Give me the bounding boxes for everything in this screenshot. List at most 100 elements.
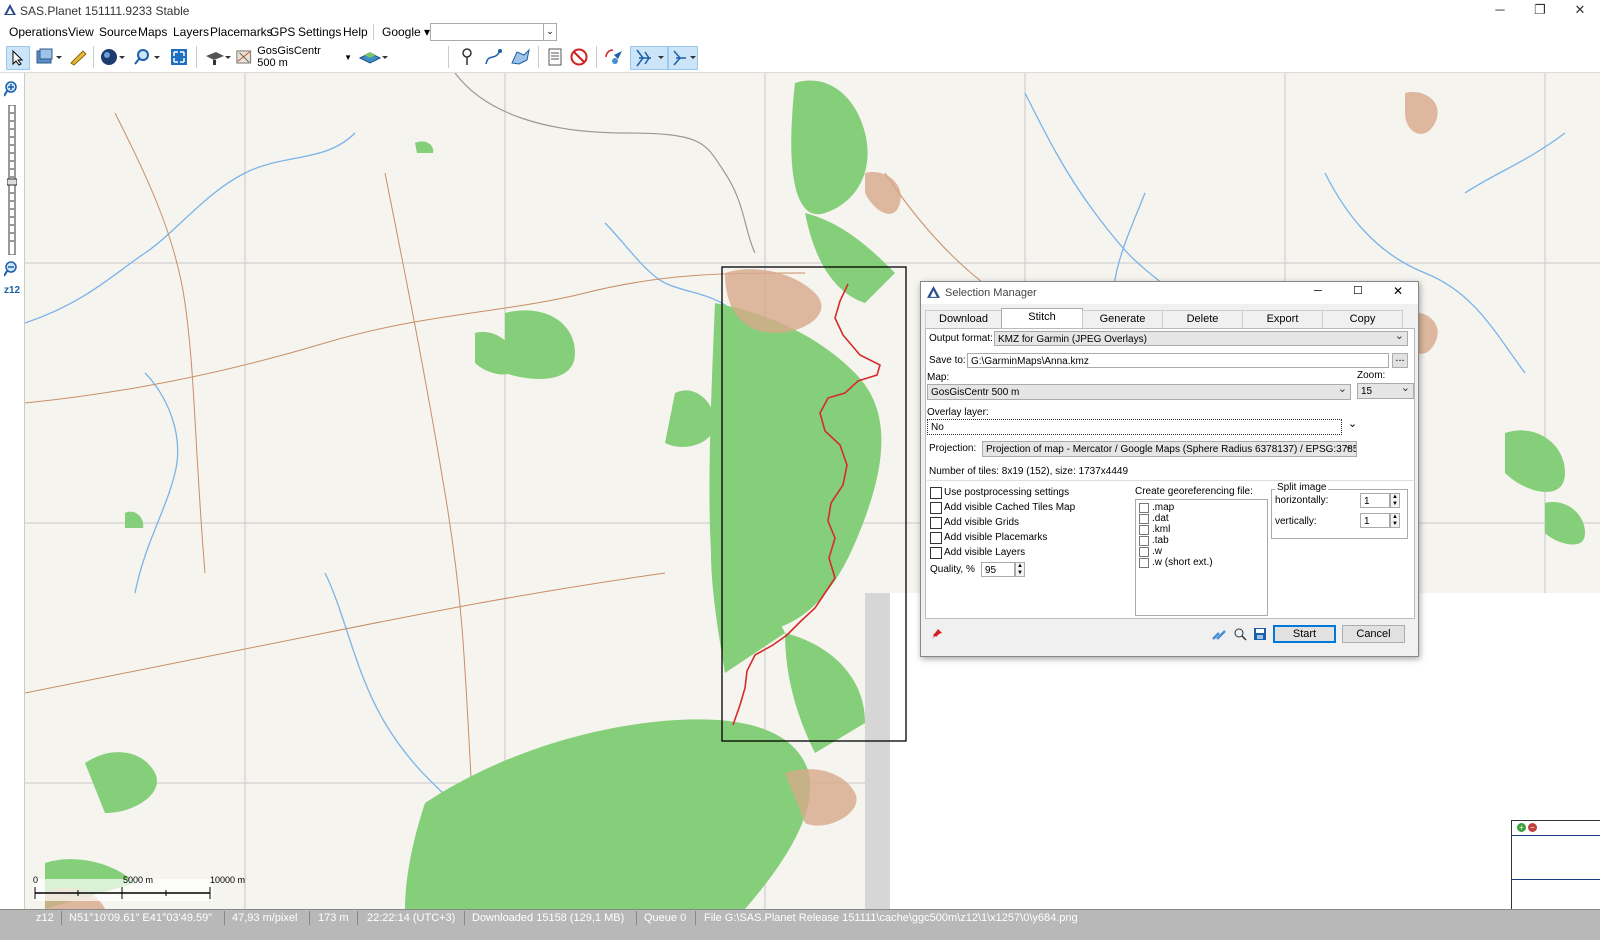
georef-list: .map .dat .kml .tab .w .w (short ext.) xyxy=(1135,499,1268,616)
map-source-label: GosGisCentr 500 m xyxy=(257,45,321,69)
save-icon[interactable] xyxy=(1253,627,1267,641)
output-format-dropdown[interactable]: KMZ for Garmin (JPEG Overlays) xyxy=(994,331,1408,346)
menu-source[interactable]: Source xyxy=(99,25,137,39)
add-cached-tiles-map-checkbox[interactable] xyxy=(930,502,942,514)
zoom-search-button[interactable] xyxy=(131,46,163,68)
gps-center-button[interactable] xyxy=(668,46,698,70)
zoom-out-icon[interactable] xyxy=(4,261,20,277)
dialog-minimize-button[interactable]: ─ xyxy=(1314,285,1322,297)
globe-button[interactable] xyxy=(98,46,128,68)
georef-map-checkbox[interactable] xyxy=(1139,503,1149,513)
menu-placemarks[interactable]: Placemarks xyxy=(210,25,273,39)
tab-export[interactable]: Export xyxy=(1242,310,1323,328)
menu-view[interactable]: View xyxy=(68,25,94,39)
select-tool-button[interactable] xyxy=(6,46,30,70)
quality-input[interactable]: 95 xyxy=(981,562,1015,577)
chevron-down-icon[interactable]: ⌄ xyxy=(1346,419,1359,434)
add-polygon-button[interactable] xyxy=(508,46,532,68)
georef-w-short-checkbox[interactable] xyxy=(1139,558,1149,568)
option-label: Add visible Layers xyxy=(944,547,1026,558)
cursor-icon xyxy=(12,50,24,66)
search-input[interactable]: ⌄ xyxy=(430,23,557,41)
menu-gps[interactable]: GPS xyxy=(270,25,295,39)
georef-w-checkbox[interactable] xyxy=(1139,547,1149,557)
pin-icon[interactable] xyxy=(931,628,943,640)
add-layers-checkbox[interactable] xyxy=(930,547,942,559)
menu-operations[interactable]: Operations xyxy=(9,25,68,39)
add-placemark-button[interactable] xyxy=(456,46,478,68)
split-vertical-input[interactable]: 1 xyxy=(1360,513,1390,528)
gps-center-icon xyxy=(673,50,696,66)
overlay-layer-label: Overlay layer: xyxy=(927,407,989,418)
mini-map-zoom-in-icon[interactable]: + xyxy=(1517,823,1526,832)
georef-label: Create georeferencing file: xyxy=(1135,486,1253,497)
selection-tool-button[interactable] xyxy=(33,46,65,68)
map-dropdown[interactable]: GosGisCentr 500 m xyxy=(927,384,1351,400)
projection-dropdown[interactable]: Projection of map - Mercator / Google Ma… xyxy=(982,441,1357,457)
zoom-to-selection-icon[interactable] xyxy=(1233,627,1247,641)
zoom-dropdown[interactable]: 15 xyxy=(1357,383,1414,399)
add-grids-checkbox[interactable] xyxy=(930,517,942,529)
link-icon[interactable] xyxy=(1211,627,1227,641)
status-queue: Queue 0 xyxy=(644,912,687,924)
status-bar: z12 N51°10'09.61" E41°03'49.59" 47,93 m/… xyxy=(0,909,1600,940)
split-horizontal-input[interactable]: 1 xyxy=(1360,493,1390,508)
hide-placemarks-button[interactable] xyxy=(568,46,590,68)
dialog-close-button[interactable]: ✕ xyxy=(1393,284,1403,298)
zoom-in-icon[interactable] xyxy=(4,81,20,97)
placemarks-manager-button[interactable] xyxy=(544,46,566,68)
browse-button[interactable]: ... xyxy=(1392,353,1408,368)
menu-maps[interactable]: Maps xyxy=(138,25,167,39)
menu-settings[interactable]: Settings xyxy=(298,25,341,39)
overlay-layer-dropdown[interactable]: No xyxy=(927,419,1342,435)
add-placemarks-checkbox[interactable] xyxy=(930,532,942,544)
status-zoom: z12 xyxy=(36,912,54,924)
save-path-input[interactable]: G:\GarminMaps\Anna.kmz xyxy=(967,353,1389,368)
search-provider-dropdown[interactable]: Google ▾ xyxy=(382,25,430,39)
georef-dat-checkbox[interactable] xyxy=(1139,514,1149,524)
tab-delete[interactable]: Delete xyxy=(1162,310,1243,328)
ruler-button[interactable] xyxy=(67,46,89,68)
gps-connect-button[interactable] xyxy=(602,46,626,68)
map-type-button[interactable] xyxy=(202,46,234,68)
use-postprocessing-checkbox[interactable] xyxy=(930,487,942,499)
minimize-button[interactable]: ─ xyxy=(1480,0,1520,22)
split-horizontal-spinner[interactable]: ▲ ▼ xyxy=(1390,493,1400,508)
close-button[interactable]: ✕ xyxy=(1560,0,1600,22)
fullscreen-button[interactable] xyxy=(168,46,190,68)
georef-option: .w (short ext.) xyxy=(1152,557,1213,568)
satellite-icon xyxy=(605,49,622,64)
cancel-button[interactable]: Cancel xyxy=(1342,625,1405,643)
layers-button[interactable] xyxy=(356,46,390,68)
globe-icon xyxy=(101,49,125,65)
chevron-down-icon[interactable]: ⌄ xyxy=(543,24,556,40)
tab-stitch[interactable]: Stitch xyxy=(1001,308,1083,329)
mini-map-zoom-out-icon[interactable]: − xyxy=(1528,823,1537,832)
split-vertical-spinner[interactable]: ▲ ▼ xyxy=(1390,513,1400,528)
map-source-dropdown[interactable]: GosGisCentr 500 m ▼ xyxy=(236,45,352,69)
tab-download[interactable]: Download xyxy=(925,310,1002,328)
georef-option: .w xyxy=(1152,546,1162,557)
tab-generate[interactable]: Generate xyxy=(1082,310,1163,328)
mini-map-panel[interactable]: + − xyxy=(1511,820,1600,909)
chevron-down-icon: ▼ xyxy=(344,52,352,62)
georef-kml-checkbox[interactable] xyxy=(1139,525,1149,535)
maximize-button[interactable]: ❐ xyxy=(1520,0,1560,22)
georef-option: .map xyxy=(1152,502,1175,513)
save-to-label: Save to: xyxy=(929,355,966,366)
split-image-label: Split image xyxy=(1275,482,1329,493)
georef-option: .dat xyxy=(1152,513,1169,524)
dialog-maximize-button[interactable]: ☐ xyxy=(1353,284,1363,297)
zoom-slider[interactable] xyxy=(7,105,17,255)
map-type-icon xyxy=(206,52,231,65)
menu-help[interactable]: Help xyxy=(343,25,368,39)
dialog-title-bar[interactable]: Selection Manager ─ ☐ ✕ xyxy=(921,282,1418,304)
gps-track-button[interactable] xyxy=(630,46,668,70)
georef-tab-checkbox[interactable] xyxy=(1139,536,1149,546)
quality-spinner[interactable]: ▲ ▼ xyxy=(1015,562,1025,577)
add-path-button[interactable] xyxy=(482,46,504,68)
separator xyxy=(373,24,374,40)
start-button[interactable]: Start xyxy=(1273,625,1336,643)
menu-layers[interactable]: Layers xyxy=(173,25,209,39)
tab-copy[interactable]: Copy xyxy=(1322,310,1403,328)
